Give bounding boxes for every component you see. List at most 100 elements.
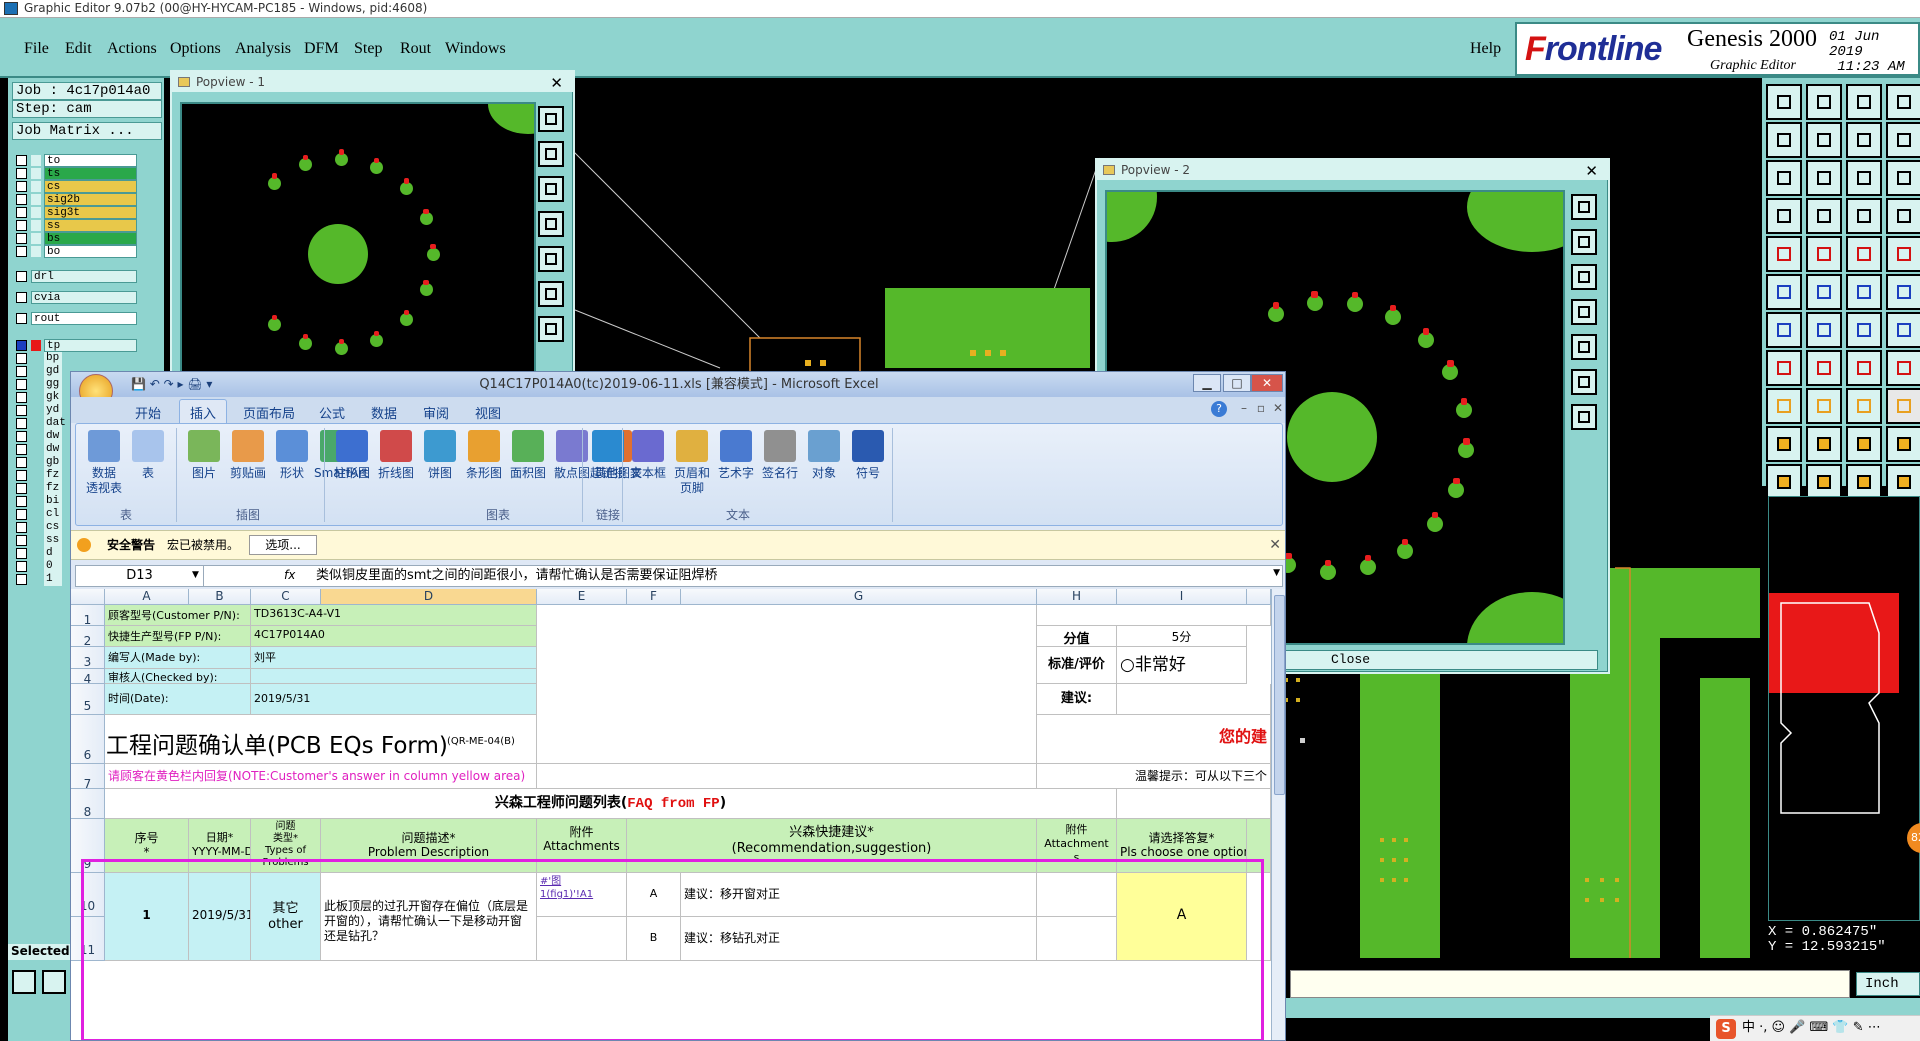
layer-row[interactable]: bs: [16, 232, 137, 246]
ribbon-links-button-0[interactable]: 超链接: [586, 430, 630, 481]
toolbar-button[interactable]: [1806, 84, 1842, 120]
layer-name[interactable]: dat: [44, 417, 66, 430]
cell-c2[interactable]: 4C17P014A0: [251, 626, 537, 647]
toolbar-button[interactable]: [1766, 122, 1802, 158]
quick-access-toolbar[interactable]: 💾 ↶ ↷ ▸ 🖨 ▾: [131, 372, 212, 397]
select-all-corner[interactable]: [71, 589, 105, 605]
column-header-f[interactable]: F: [627, 589, 681, 605]
cell-a4[interactable]: 审核人(Checked by):: [105, 669, 251, 684]
cell-a3[interactable]: 编写人(Made by):: [105, 647, 251, 669]
layer-name[interactable]: bi: [44, 495, 62, 508]
cell-a1[interactable]: 顾客型号(Customer P/N):: [105, 605, 251, 626]
layer-checkbox[interactable]: [16, 340, 27, 351]
layer-checkbox[interactable]: [16, 207, 27, 218]
layer-row[interactable]: bp: [16, 352, 137, 366]
toolbar-button[interactable]: [1806, 236, 1842, 272]
layer-checkbox[interactable]: [16, 155, 27, 166]
popview-tool-button[interactable]: [538, 141, 564, 167]
ribbon-charts-button-0[interactable]: 柱形图: [330, 430, 374, 481]
toolbar-button[interactable]: [1766, 388, 1802, 424]
ribbon-text-button-5[interactable]: 符号: [846, 430, 890, 481]
formula-input[interactable]: 类似铜皮里面的smt之间的间距很小，请帮忙确认是否需要保证阻焊桥: [316, 566, 718, 586]
toolbar-button[interactable]: [1766, 274, 1802, 310]
notification-badge[interactable]: 82: [1907, 823, 1920, 853]
layer-checkbox[interactable]: [16, 392, 27, 403]
popview-tool-button[interactable]: [538, 281, 564, 307]
cell-c1[interactable]: TD3613C-A4-V1: [251, 605, 537, 626]
toolbar-button[interactable]: [1846, 198, 1882, 234]
ribbon-text-button-1[interactable]: 页眉和 页脚: [670, 430, 714, 496]
cell-i8[interactable]: [1117, 789, 1271, 819]
cell-a5[interactable]: 时间(Date):: [105, 684, 251, 715]
layer-checkbox[interactable]: [16, 194, 27, 205]
layer-checkbox[interactable]: [16, 366, 27, 377]
layer-checkbox[interactable]: [16, 246, 27, 257]
layer-name[interactable]: 0: [44, 560, 62, 573]
layer-checkbox[interactable]: [16, 313, 27, 324]
command-input[interactable]: [1290, 970, 1850, 998]
menu-rout[interactable]: Rout: [400, 40, 431, 58]
popview-1-canvas[interactable]: [180, 102, 536, 377]
layer-name[interactable]: dw: [44, 443, 62, 456]
column-header-i[interactable]: I: [1117, 589, 1247, 605]
toolbar-button[interactable]: [1886, 274, 1920, 310]
scrollbar-thumb[interactable]: [1274, 595, 1285, 795]
tab-review[interactable]: 审阅: [423, 403, 449, 422]
name-box-dropdown-icon[interactable]: ▼: [192, 570, 199, 580]
layer-row[interactable]: cvia: [16, 291, 137, 305]
maximize-button[interactable]: □: [1223, 374, 1251, 392]
cell-e1-g6[interactable]: [537, 605, 1037, 764]
row-header-8[interactable]: 8: [71, 789, 105, 819]
tip-text[interactable]: 温馨提示：可从以下三个: [1037, 764, 1271, 789]
help-icon[interactable]: ?: [1211, 401, 1227, 417]
toolbar-button[interactable]: [1806, 426, 1842, 462]
menu-file[interactable]: File: [24, 40, 49, 58]
cell-a2[interactable]: 快捷生产型号(FP P/N):: [105, 626, 251, 647]
ribbon-table-button-1[interactable]: 表: [126, 430, 170, 481]
column-header-g[interactable]: G: [681, 589, 1037, 605]
layer-row[interactable]: rout: [16, 312, 137, 326]
toolbar-button[interactable]: [1886, 160, 1920, 196]
menu-step[interactable]: Step: [354, 40, 382, 58]
ribbon-restore-icon[interactable]: ▫: [1257, 401, 1265, 415]
customer-note[interactable]: 请顾客在黄色栏内回复(NOTE:Customer's answer in col…: [105, 764, 537, 789]
popview-tool-button[interactable]: [1571, 404, 1597, 430]
layer-checkbox[interactable]: [16, 379, 27, 390]
tab-data[interactable]: 数据: [371, 403, 397, 422]
layer-name[interactable]: gb: [44, 456, 62, 469]
toolbar-button[interactable]: [1806, 388, 1842, 424]
row-header-7[interactable]: 7: [71, 764, 105, 791]
layer-checkbox[interactable]: [16, 535, 27, 546]
layer-name[interactable]: gk: [44, 391, 62, 404]
toolbar-button[interactable]: [1886, 198, 1920, 234]
layer-name[interactable]: yd: [44, 404, 62, 417]
popview-1-close-icon[interactable]: ✕: [550, 73, 563, 93]
layer-checkbox[interactable]: [16, 509, 27, 520]
popview-tool-button[interactable]: [538, 211, 564, 237]
layer-checkbox[interactable]: [16, 470, 27, 481]
layer-name[interactable]: fz: [44, 469, 62, 482]
tab-view[interactable]: 视图: [475, 403, 501, 422]
score-label[interactable]: 分值: [1037, 626, 1117, 647]
layer-row[interactable]: sig3t: [16, 206, 137, 220]
toolbar-button[interactable]: [1846, 160, 1882, 196]
popview-2-close-icon[interactable]: ✕: [1585, 161, 1598, 181]
layer-name[interactable]: dw: [44, 430, 62, 443]
layer-checkbox[interactable]: [16, 522, 27, 533]
job-matrix-button[interactable]: Job Matrix ...: [12, 122, 162, 140]
layer-name[interactable]: to: [44, 154, 137, 167]
layer-name[interactable]: tp: [44, 339, 137, 352]
layer-checkbox[interactable]: [16, 181, 27, 192]
options-button[interactable]: 选项...: [249, 535, 317, 555]
layer-checkbox[interactable]: [16, 431, 27, 442]
toolbar-button[interactable]: [1886, 350, 1920, 386]
layer-name[interactable]: d: [44, 547, 62, 560]
layer-checkbox[interactable]: [16, 405, 27, 416]
popview-tool-button[interactable]: [1571, 229, 1597, 255]
toolbar-button[interactable]: [1806, 160, 1842, 196]
toolbar-button[interactable]: [1806, 274, 1842, 310]
layer-name[interactable]: 1: [44, 573, 62, 586]
toolbar-button[interactable]: [1886, 84, 1920, 120]
layer-checkbox[interactable]: [16, 271, 27, 282]
popview-tool-button[interactable]: [1571, 334, 1597, 360]
